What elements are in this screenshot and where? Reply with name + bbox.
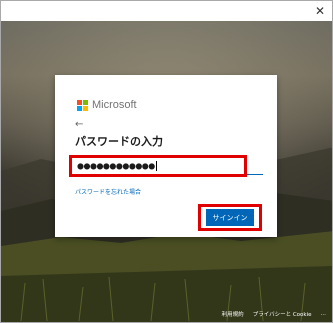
signin-dialog: Microsoft ← パスワードの入力 ●●●●●●●●●●●● パスワードを…	[55, 75, 277, 237]
brand-name: Microsoft	[92, 99, 137, 111]
footer-links: 利用規約 プライバシーと Cookie …	[222, 310, 326, 318]
title-bar: ✕	[1, 1, 332, 21]
more-options-icon[interactable]: …	[321, 311, 327, 317]
logo-square-yellow	[83, 105, 88, 111]
signin-button[interactable]: サインイン	[206, 209, 254, 226]
microsoft-logo: Microsoft	[77, 99, 137, 111]
microsoft-logo-icon	[77, 99, 88, 111]
back-arrow-icon[interactable]: ←	[75, 119, 83, 130]
signin-window: ✕ Microsoft ← パスワードの入力 ●●●●●●●●●●●● パスワー…	[0, 0, 333, 323]
forgot-password-link[interactable]: パスワードを忘れた場合	[75, 187, 141, 196]
close-icon: ✕	[314, 4, 326, 18]
logo-square-red	[77, 99, 82, 105]
close-button[interactable]: ✕	[312, 3, 328, 19]
logo-square-green	[83, 99, 88, 105]
privacy-cookie-link[interactable]: プライバシーと Cookie	[253, 310, 312, 318]
password-value: ●●●●●●●●●●●●	[77, 161, 157, 171]
page-title: パスワードの入力	[75, 135, 163, 148]
logo-square-blue	[77, 105, 82, 111]
text-caret	[155, 161, 157, 171]
terms-link[interactable]: 利用規約	[222, 310, 244, 318]
